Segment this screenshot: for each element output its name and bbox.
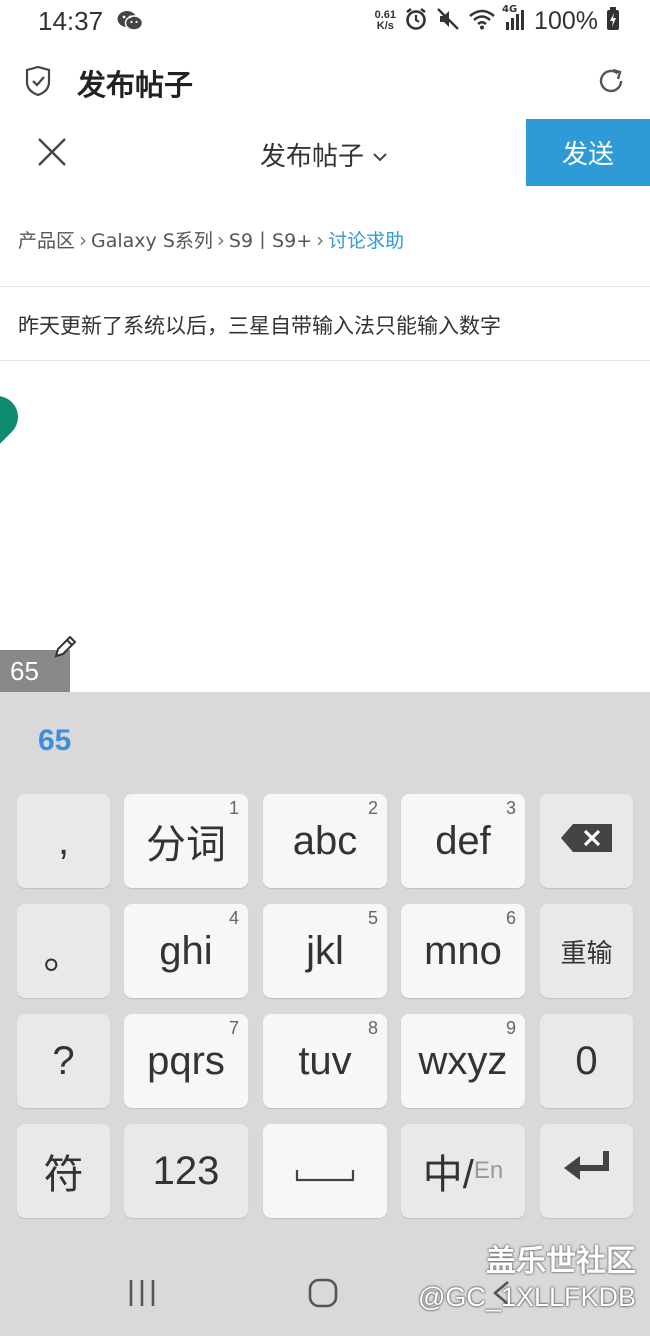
page-title: 发布帖子 bbox=[77, 68, 194, 102]
chevron-right-icon: › bbox=[216, 227, 225, 252]
key-jkl[interactable]: 5 jkl bbox=[263, 904, 387, 998]
status-time: 14:37 bbox=[38, 6, 104, 36]
breadcrumb-item[interactable]: Galaxy S系列 bbox=[91, 226, 213, 253]
key-question[interactable]: ? bbox=[17, 1014, 110, 1108]
key-language-switch[interactable]: 中/En bbox=[401, 1124, 525, 1218]
key-backspace[interactable] bbox=[540, 794, 633, 888]
key-pqrs[interactable]: 7 pqrs bbox=[124, 1014, 248, 1108]
space-bar-icon bbox=[295, 1149, 355, 1194]
breadcrumb: 产品区 › Galaxy S系列 › S9丨S9+ › 讨论求助 bbox=[18, 226, 404, 253]
battery-level: 100% bbox=[534, 6, 598, 35]
pencil-icon[interactable] bbox=[52, 634, 78, 664]
key-reinput[interactable]: 重输 bbox=[540, 904, 633, 998]
key-zero[interactable]: 0 bbox=[540, 1014, 633, 1108]
recents-icon[interactable] bbox=[128, 1280, 156, 1310]
breadcrumb-current[interactable]: 讨论求助 bbox=[328, 226, 404, 253]
breadcrumb-item[interactable]: S9丨S9+ bbox=[229, 226, 312, 253]
status-bar: 14:37 0.61 K/s 4G 100% bbox=[0, 0, 650, 44]
mute-icon bbox=[436, 7, 460, 35]
key-enter[interactable] bbox=[540, 1124, 633, 1218]
divider bbox=[0, 360, 650, 361]
breadcrumb-item[interactable]: 产品区 bbox=[18, 226, 75, 253]
battery-charging-icon bbox=[606, 7, 620, 35]
chevron-right-icon: › bbox=[79, 227, 88, 252]
key-123[interactable]: 123 bbox=[124, 1124, 248, 1218]
alarm-icon bbox=[404, 7, 428, 35]
key-fenci[interactable]: 1 分词 bbox=[124, 794, 248, 888]
key-space[interactable] bbox=[263, 1124, 387, 1218]
send-button[interactable]: 发送 bbox=[526, 119, 650, 186]
watermark-brand: 盖乐世社区 bbox=[486, 1244, 636, 1279]
key-abc[interactable]: 2 abc bbox=[263, 794, 387, 888]
wifi-icon bbox=[468, 8, 496, 34]
key-tuv[interactable]: 8 tuv bbox=[263, 1014, 387, 1108]
wechat-icon bbox=[117, 10, 144, 32]
key-wxyz[interactable]: 9 wxyz bbox=[401, 1014, 525, 1108]
post-title-field[interactable]: 昨天更新了系统以后，三星自带输入法只能输入数字 bbox=[18, 310, 501, 340]
refresh-icon[interactable] bbox=[596, 66, 626, 100]
app-header: 发布帖子 bbox=[0, 50, 650, 114]
signal-icon: 4G bbox=[502, 4, 526, 34]
key-period[interactable]: 。 bbox=[17, 904, 110, 998]
chevron-down-icon bbox=[372, 140, 388, 170]
key-comma[interactable]: , bbox=[17, 794, 110, 888]
enter-icon bbox=[560, 1148, 614, 1194]
key-ghi[interactable]: 4 ghi bbox=[124, 904, 248, 998]
net-speed: 0.61 K/s bbox=[374, 9, 397, 32]
watermark-user: @GC_1XLLFKDB bbox=[418, 1282, 636, 1312]
key-symbols[interactable]: 符 bbox=[17, 1124, 110, 1218]
key-mno[interactable]: 6 mno bbox=[401, 904, 525, 998]
close-icon[interactable] bbox=[36, 136, 68, 168]
text-cursor-handle[interactable] bbox=[0, 387, 27, 447]
divider bbox=[0, 286, 650, 287]
compose-title: 发布帖子 bbox=[260, 142, 365, 172]
home-icon[interactable] bbox=[308, 1278, 338, 1312]
compose-toolbar: 发布帖子 发送 bbox=[0, 118, 650, 186]
shield-check-icon[interactable] bbox=[24, 65, 52, 100]
key-def[interactable]: 3 def bbox=[401, 794, 525, 888]
chevron-right-icon: › bbox=[316, 227, 325, 252]
backspace-icon bbox=[559, 819, 615, 864]
compose-type-dropdown[interactable]: 发布帖子 bbox=[260, 136, 388, 173]
candidate-word[interactable]: 65 bbox=[38, 724, 71, 758]
